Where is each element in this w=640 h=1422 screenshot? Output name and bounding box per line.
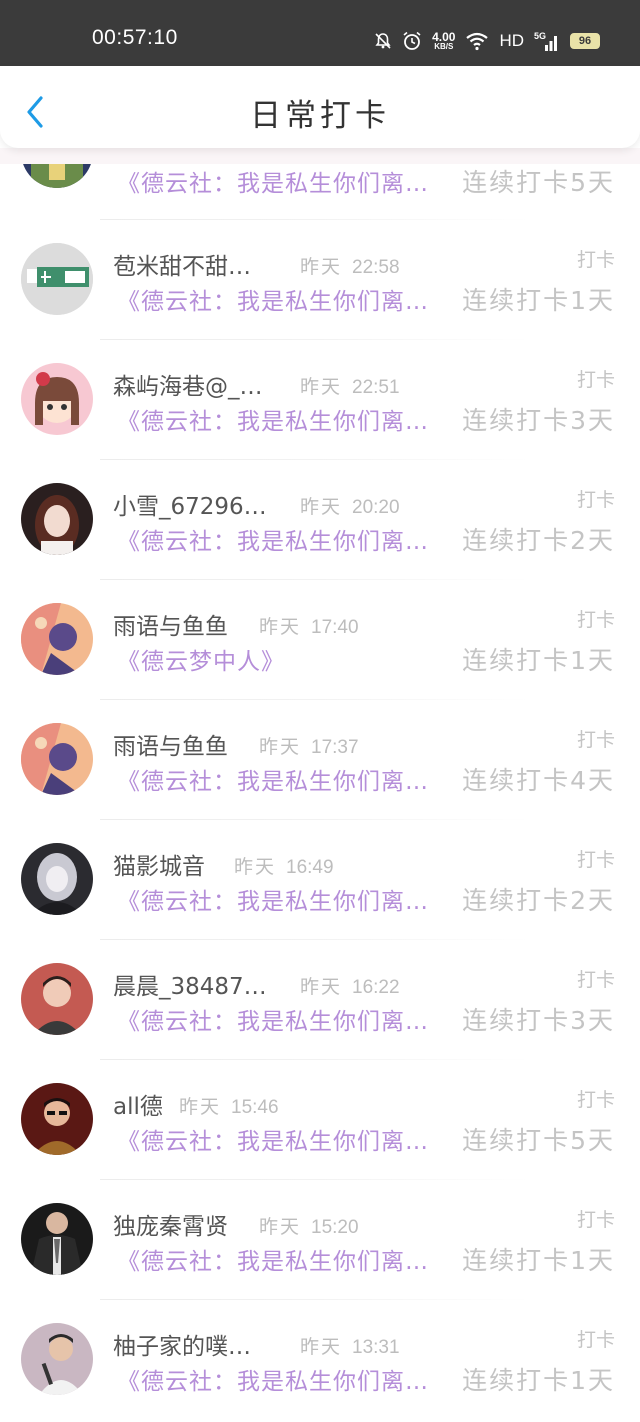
checkin-tag: 打卡	[576, 1329, 615, 1351]
book-title[interactable]: 《德云社：我是私生你们离…	[117, 882, 429, 916]
cartoon-girl-avatar[interactable]	[21, 363, 93, 435]
list-item[interactable]: 独庞秦霄贤 昨天 15:20 打卡 《德云社：我是私生你们离… 连续打卡1天	[0, 1180, 640, 1300]
checkin-time: 昨天 13:31	[300, 1337, 400, 1358]
singer-photo-avatar[interactable]	[21, 1323, 93, 1395]
user-name[interactable]: 猫影城音	[113, 847, 205, 881]
checkin-tag: 打卡	[576, 969, 615, 991]
checkin-time: 昨天 16:49	[234, 857, 334, 878]
anime-avatar[interactable]	[21, 723, 93, 795]
list-item[interactable]: 小雪_67296… 昨天 20:20 打卡 《德云社：我是私生你们离… 连续打卡2…	[0, 460, 640, 580]
header: 日常打卡	[0, 66, 640, 148]
list-item[interactable]: 《德云社：我是私生你们离… 连续打卡5天	[0, 116, 640, 220]
list-item[interactable]: 雨语与鱼鱼 昨天 17:37 打卡 《德云社：我是私生你们离… 连续打卡4天	[0, 700, 640, 820]
list-item[interactable]: 苞米甜不甜… 昨天 22:58 打卡 《德云社：我是私生你们离… 连续打卡1天	[0, 220, 640, 340]
book-title[interactable]: 《德云社：我是私生你们离…	[117, 402, 429, 436]
man-glasses-avatar[interactable]	[21, 1083, 93, 1155]
header-shadow-band	[0, 148, 640, 164]
book-title[interactable]: 《德云社：我是私生你们离…	[117, 1362, 429, 1396]
network-type: HD	[499, 31, 524, 50]
status-icons: 4.00 KB/S HD 5G 96	[374, 28, 600, 54]
book-title[interactable]: 《德云社：我是私生你们离…	[117, 1002, 429, 1036]
list-item[interactable]: all德 昨天 15:46 打卡 《德云社：我是私生你们离… 连续打卡5天	[0, 1060, 640, 1180]
streak-text: 连续打卡3天	[462, 1006, 615, 1035]
checkin-tag: 打卡	[576, 729, 615, 751]
checkin-time: 昨天 17:40	[259, 617, 359, 638]
exit-sign-avatar[interactable]	[21, 243, 93, 315]
checkin-tag: 打卡	[576, 1089, 615, 1111]
list-item[interactable]: 猫影城音 昨天 16:49 打卡 《德云社：我是私生你们离… 连续打卡2天	[0, 820, 640, 940]
girl-photo-avatar[interactable]	[21, 483, 93, 555]
streak-text: 连续打卡5天	[462, 1126, 615, 1155]
checkin-tag: 打卡	[576, 1209, 615, 1231]
streak-text: 连续打卡3天	[462, 406, 615, 435]
user-name[interactable]: 小雪_67296…	[113, 487, 267, 521]
battery-icon: 96	[570, 33, 600, 49]
user-name[interactable]: 独庞秦霄贤	[113, 1207, 228, 1241]
status-bar: 00:57:10 4.00 KB/S HD 5G 96	[0, 0, 640, 66]
dark-anime-avatar[interactable]	[21, 843, 93, 915]
alarm-icon	[402, 31, 422, 51]
bell-off-icon	[374, 32, 392, 50]
list-item[interactable]: 森屿海巷@_… 昨天 22:51 打卡 《德云社：我是私生你们离… 连续打卡3天	[0, 340, 640, 460]
streak-text: 连续打卡5天	[462, 168, 615, 197]
streak-text: 连续打卡2天	[462, 886, 615, 915]
status-time: 00:57:10	[92, 26, 178, 49]
page-title: 日常打卡	[250, 98, 390, 134]
streak-text: 连续打卡4天	[462, 766, 615, 795]
checkin-tag: 打卡	[576, 849, 615, 871]
book-title[interactable]: 《德云社：我是私生你们离…	[117, 762, 429, 796]
user-name[interactable]: 雨语与鱼鱼	[113, 727, 228, 761]
user-name[interactable]: 雨语与鱼鱼	[113, 607, 228, 641]
signal-label: 5G	[534, 31, 546, 41]
checkin-time: 昨天 15:20	[259, 1217, 359, 1238]
suit-photo-avatar[interactable]	[21, 1203, 93, 1275]
anime-avatar[interactable]	[21, 603, 93, 675]
checkin-time: 昨天 22:51	[300, 377, 400, 398]
streak-text: 连续打卡1天	[462, 286, 615, 315]
book-title[interactable]: 《德云社：我是私生你们离…	[117, 282, 429, 316]
book-title[interactable]: 《德云社：我是私生你们离…	[117, 1242, 429, 1276]
man-photo-avatar[interactable]	[21, 963, 93, 1035]
user-name[interactable]: 森屿海巷@_…	[113, 367, 263, 401]
checkin-time: 昨天 22:58	[300, 257, 400, 278]
checkin-tag: 打卡	[576, 489, 615, 511]
checkin-time: 昨天 15:46	[179, 1097, 279, 1118]
book-title[interactable]: 《德云社：我是私生你们离…	[117, 522, 429, 556]
checkin-tag: 打卡	[576, 249, 615, 271]
list-item[interactable]: 柚子家的噗… 昨天 13:31 打卡 《德云社：我是私生你们离… 连续打卡1天	[0, 1300, 640, 1420]
checkin-time: 昨天 16:22	[300, 977, 400, 998]
checkin-list: 《德云社：我是私生你们离… 连续打卡5天 苞米甜不甜… 昨天 22:58 打卡 《…	[0, 116, 640, 1395]
streak-text: 连续打卡1天	[462, 646, 615, 675]
checkin-time: 昨天 17:37	[259, 737, 359, 758]
book-title[interactable]: 《德云社：我是私生你们离…	[117, 1122, 429, 1156]
user-name[interactable]: 苞米甜不甜…	[113, 247, 251, 281]
wifi-icon	[465, 31, 489, 51]
checkin-tag: 打卡	[576, 609, 615, 631]
book-title[interactable]: 《德云社：我是私生你们离…	[117, 164, 429, 198]
user-name[interactable]: all德	[113, 1087, 163, 1121]
checkin-tag: 打卡	[576, 369, 615, 391]
net-speed: 4.00 KB/S	[432, 30, 456, 51]
streak-text: 连续打卡1天	[462, 1366, 615, 1395]
book-title[interactable]: 《德云梦中人》	[117, 642, 285, 676]
user-name[interactable]: 晨晨_38487…	[113, 967, 267, 1001]
signal-icon: 5G	[534, 30, 560, 52]
user-name[interactable]: 柚子家的噗…	[113, 1327, 251, 1361]
list-item[interactable]: 晨晨_38487… 昨天 16:22 打卡 《德云社：我是私生你们离… 连续打卡3…	[0, 940, 640, 1060]
list-item[interactable]: 雨语与鱼鱼 昨天 17:40 打卡 《德云梦中人》 连续打卡1天	[0, 580, 640, 700]
streak-text: 连续打卡2天	[462, 526, 615, 555]
streak-text: 连续打卡1天	[462, 1246, 615, 1275]
checkin-time: 昨天 20:20	[300, 497, 400, 518]
